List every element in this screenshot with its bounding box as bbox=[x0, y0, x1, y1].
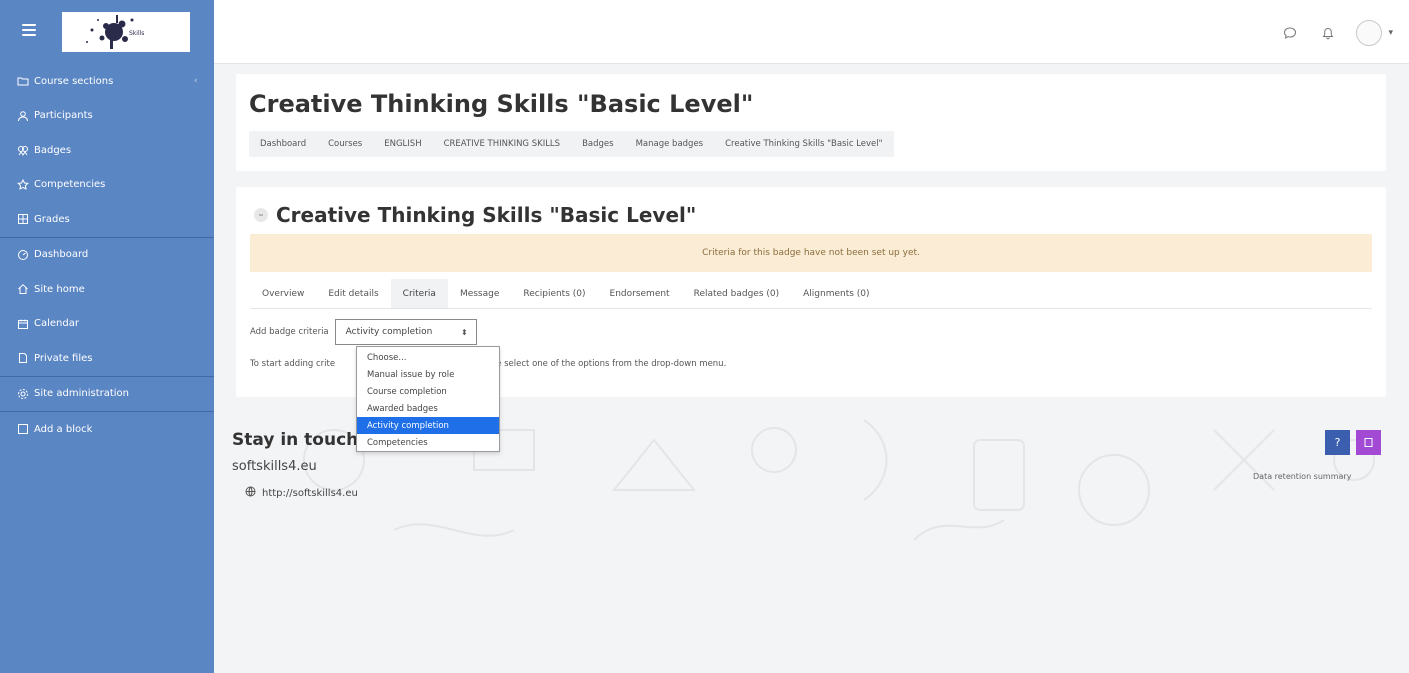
hamburger-icon[interactable] bbox=[22, 24, 36, 36]
plus-square-icon bbox=[16, 422, 30, 436]
purple-action-button[interactable] bbox=[1356, 430, 1381, 455]
criteria-dropdown-list: Choose... Manual issue by role Course co… bbox=[356, 346, 500, 452]
tab-edit-details[interactable]: Edit details bbox=[316, 279, 390, 308]
sidebar-nav: Course sections ‹ Participants Badges Co… bbox=[0, 64, 214, 673]
grades-icon bbox=[16, 212, 30, 226]
gear-icon bbox=[16, 387, 30, 401]
footer-site-name: softskills4.eu bbox=[232, 459, 317, 474]
sidebar-item-site-administration[interactable]: Site administration bbox=[0, 377, 214, 412]
breadcrumb-badges[interactable]: Badges bbox=[571, 131, 625, 157]
tab-criteria[interactable]: Criteria bbox=[390, 279, 448, 308]
dashboard-icon bbox=[16, 248, 30, 262]
chevron-left-icon: ‹ bbox=[194, 76, 198, 87]
sidebar-admin-group: Site administration bbox=[0, 377, 214, 412]
badge-icon bbox=[16, 143, 30, 157]
help-text-start: To start adding crite bbox=[250, 359, 336, 369]
breadcrumb-courses[interactable]: Courses bbox=[317, 131, 373, 157]
sidebar-item-site-home[interactable]: Site home bbox=[0, 272, 214, 307]
folder-icon bbox=[16, 74, 30, 88]
footer-title: Stay in touch bbox=[232, 430, 359, 450]
footer-buttons: ? bbox=[1325, 430, 1381, 455]
badge-tabs: Overview Edit details Criteria Message R… bbox=[250, 279, 1372, 309]
bell-icon[interactable] bbox=[1318, 23, 1338, 43]
breadcrumb-english[interactable]: ENGLISH bbox=[373, 131, 432, 157]
data-retention-link[interactable]: Data retention summary bbox=[1253, 472, 1351, 481]
dropdown-option-manual-issue[interactable]: Manual issue by role bbox=[357, 366, 499, 383]
section-title: Creative Thinking Skills "Basic Level" bbox=[276, 203, 697, 227]
dropdown-option-competencies[interactable]: Competencies bbox=[357, 434, 499, 451]
footer-link-text: http://softskills4.eu bbox=[262, 487, 358, 499]
calendar-icon bbox=[16, 317, 30, 331]
criteria-select[interactable]: Activity completion ⬍ bbox=[334, 319, 477, 345]
tab-overview[interactable]: Overview bbox=[250, 279, 316, 308]
sidebar-item-badges[interactable]: Badges bbox=[0, 133, 214, 168]
globe-icon bbox=[245, 486, 256, 500]
navbar-actions: ▾ bbox=[1280, 20, 1393, 46]
dropdown-option-course-completion[interactable]: Course completion bbox=[357, 383, 499, 400]
tab-alignments[interactable]: Alignments (0) bbox=[791, 279, 881, 308]
page-title: Creative Thinking Skills "Basic Level" bbox=[249, 90, 754, 118]
sidebar-item-private-files[interactable]: Private files bbox=[0, 341, 214, 376]
sidebar-item-dashboard[interactable]: Dashboard bbox=[0, 238, 214, 273]
breadcrumb-manage-badges[interactable]: Manage badges bbox=[625, 131, 715, 157]
sidebar-item-grades[interactable]: Grades bbox=[0, 202, 214, 237]
top-navbar: Skills ▾ bbox=[0, 0, 1409, 64]
criteria-label: Add badge criteria bbox=[250, 327, 329, 337]
dropdown-option-choose[interactable]: Choose... bbox=[357, 349, 499, 366]
criteria-select-value: Activity completion bbox=[345, 327, 433, 337]
users-icon bbox=[16, 109, 30, 123]
criteria-alert: Criteria for this badge have not been se… bbox=[250, 234, 1372, 272]
sidebar-item-calendar[interactable]: Calendar bbox=[0, 307, 214, 342]
breadcrumb-current: Creative Thinking Skills "Basic Level" bbox=[725, 139, 883, 149]
home-icon bbox=[16, 282, 30, 296]
file-icon bbox=[16, 351, 30, 365]
sidebar-site-group: Dashboard Site home Calendar Private fil… bbox=[0, 238, 214, 377]
competency-icon bbox=[16, 178, 30, 192]
user-avatar[interactable] bbox=[1356, 20, 1383, 46]
footer-site-link[interactable]: http://softskills4.eu bbox=[245, 486, 358, 500]
sidebar-item-competencies[interactable]: Competencies bbox=[0, 168, 214, 203]
select-arrows-icon: ⬍ bbox=[460, 327, 468, 337]
tab-recipients[interactable]: Recipients (0) bbox=[511, 279, 597, 308]
criteria-row: Add badge criteria Activity completion ⬍ bbox=[250, 319, 477, 345]
breadcrumb: Dashboard Courses ENGLISH CREATIVE THINK… bbox=[249, 131, 894, 157]
page-header: Creative Thinking Skills "Basic Level" D… bbox=[236, 74, 1386, 171]
sidebar-item-add-block[interactable]: Add a block bbox=[0, 412, 214, 447]
navbar-brand-area: Skills bbox=[0, 0, 214, 64]
breadcrumb-course[interactable]: CREATIVE THINKING SKILLS bbox=[433, 131, 571, 157]
sidebar-course-group: Course sections ‹ Participants Badges Co… bbox=[0, 64, 214, 238]
sidebar-item-course-sections[interactable]: Course sections ‹ bbox=[0, 64, 214, 99]
section-heading: Creative Thinking Skills "Basic Level" bbox=[254, 203, 696, 227]
tab-endorsement[interactable]: Endorsement bbox=[598, 279, 682, 308]
document-icon bbox=[1364, 438, 1373, 447]
chevron-down-icon[interactable]: ▾ bbox=[1388, 28, 1393, 38]
tab-message[interactable]: Message bbox=[448, 279, 511, 308]
dropdown-option-awarded-badges[interactable]: Awarded badges bbox=[357, 400, 499, 417]
help-button[interactable]: ? bbox=[1325, 430, 1350, 455]
sidebar-item-participants[interactable]: Participants bbox=[0, 99, 214, 134]
site-logo[interactable]: Skills bbox=[62, 12, 190, 52]
svg-text:Skills: Skills bbox=[129, 30, 144, 37]
chat-icon[interactable] bbox=[1280, 23, 1300, 43]
tab-related-badges[interactable]: Related badges (0) bbox=[682, 279, 792, 308]
dropdown-option-activity-completion[interactable]: Activity completion bbox=[357, 417, 499, 434]
collapse-icon[interactable] bbox=[254, 208, 268, 222]
breadcrumb-dashboard[interactable]: Dashboard bbox=[249, 131, 317, 157]
